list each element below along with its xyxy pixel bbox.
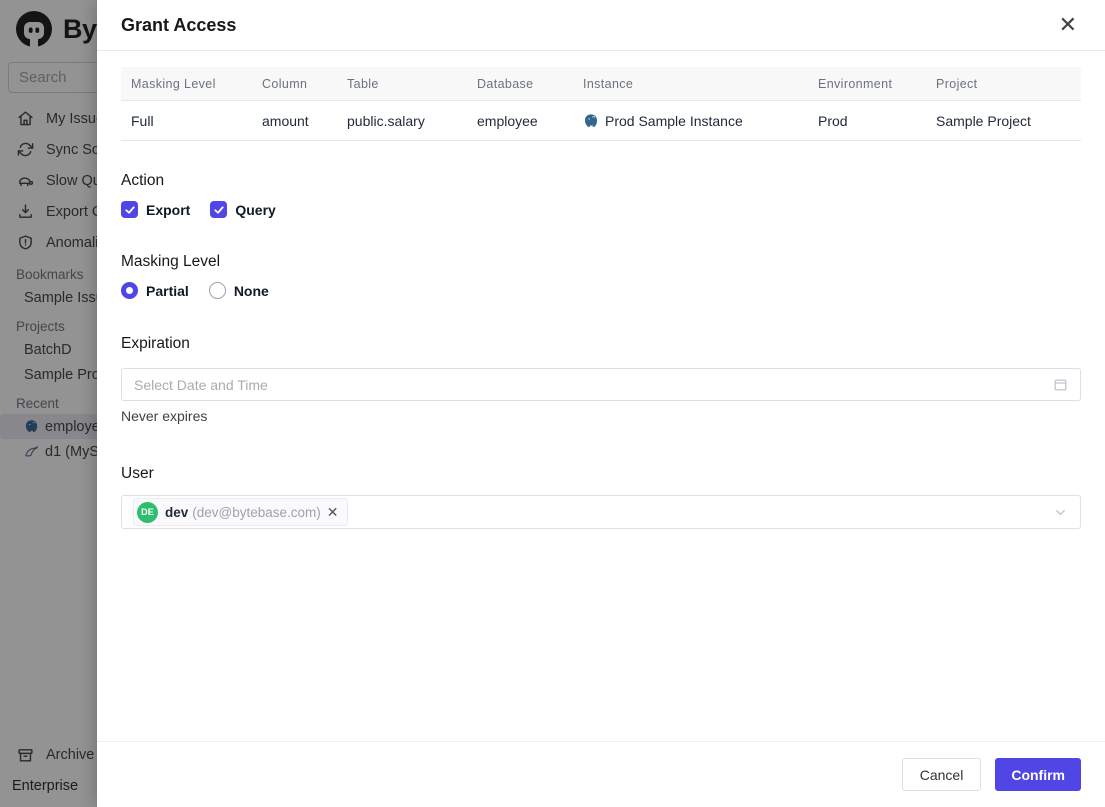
cancel-button[interactable]: Cancel bbox=[901, 758, 982, 791]
col-header-masking-level: Masking Level bbox=[131, 76, 216, 91]
grant-access-modal: Grant Access ✕ Masking Level Column Tabl… bbox=[97, 0, 1105, 807]
user-name: dev bbox=[165, 504, 189, 520]
date-placeholder: Select Date and Time bbox=[134, 376, 268, 393]
checkbox-label: Export bbox=[146, 201, 191, 218]
col-header-column: Column bbox=[262, 76, 308, 91]
partial-radio[interactable]: Partial bbox=[121, 282, 189, 299]
grant-scope-table: Masking Level Column Table Database Inst… bbox=[121, 67, 1081, 141]
modal-header: Grant Access ✕ bbox=[97, 0, 1105, 51]
cell-instance: Prod Sample Instance bbox=[573, 113, 808, 129]
calendar-icon bbox=[1054, 379, 1067, 391]
user-select[interactable]: DE dev (dev@bytebase.com) ✕ bbox=[121, 495, 1081, 529]
modal-title: Grant Access bbox=[121, 14, 237, 35]
cell-project: Sample Project bbox=[936, 112, 1031, 129]
avatar: DE bbox=[137, 501, 158, 523]
none-radio[interactable]: None bbox=[208, 282, 269, 299]
table-header-row: Masking Level Column Table Database Inst… bbox=[121, 67, 1081, 101]
instance-name: Prod Sample Instance bbox=[605, 112, 743, 129]
cell-column: amount bbox=[262, 112, 309, 129]
radio-unselected-icon bbox=[208, 282, 226, 299]
col-header-project: Project bbox=[936, 76, 978, 91]
user-section-label: User bbox=[121, 465, 154, 482]
expiration-section-label: Expiration bbox=[121, 335, 190, 352]
modal-footer: Cancel Confirm bbox=[97, 741, 1105, 807]
modal-body: Masking Level Column Table Database Inst… bbox=[97, 51, 1105, 741]
expiration-hint: Never expires bbox=[121, 408, 208, 424]
masking-level-section-label: Masking Level bbox=[121, 253, 221, 270]
col-header-database: Database bbox=[477, 76, 534, 91]
export-checkbox[interactable]: Export bbox=[121, 201, 190, 218]
radio-label: Partial bbox=[146, 282, 189, 299]
radio-selected-icon bbox=[121, 282, 138, 299]
cell-table: public.salary bbox=[347, 112, 425, 129]
cell-environment: Prod bbox=[818, 112, 848, 129]
cell-database: employee bbox=[477, 112, 538, 129]
chevron-down-icon bbox=[1056, 509, 1065, 515]
cell-masking-level: Full bbox=[131, 112, 154, 129]
checkbox-checked-icon bbox=[210, 201, 228, 218]
action-section-label: Action bbox=[121, 172, 165, 189]
table-row: Full amount public.salary employee Prod … bbox=[121, 101, 1081, 141]
col-header-instance: Instance bbox=[583, 76, 634, 91]
checkbox-checked-icon bbox=[121, 201, 138, 218]
confirm-button[interactable]: Confirm bbox=[995, 758, 1081, 791]
user-tag: DE dev (dev@bytebase.com) ✕ bbox=[133, 498, 348, 526]
expiration-date-input[interactable]: Select Date and Time bbox=[121, 368, 1081, 401]
radio-label: None bbox=[233, 282, 269, 299]
remove-user-icon[interactable]: ✕ bbox=[327, 505, 339, 519]
query-checkbox[interactable]: Query bbox=[210, 201, 276, 218]
close-icon[interactable]: ✕ bbox=[1059, 14, 1077, 36]
col-header-environment: Environment bbox=[818, 76, 893, 91]
user-email: (dev@bytebase.com) bbox=[192, 504, 321, 520]
checkbox-label: Query bbox=[235, 201, 276, 218]
col-header-table: Table bbox=[347, 76, 379, 91]
postgres-icon bbox=[585, 113, 597, 127]
